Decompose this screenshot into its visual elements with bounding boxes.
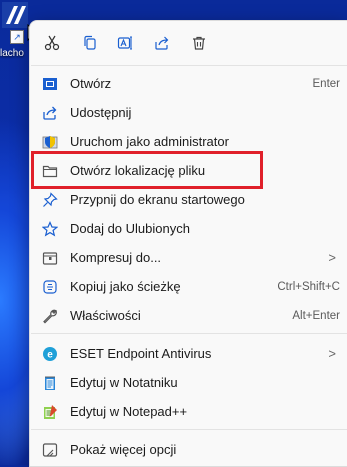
menu-item-pin-to-start[interactable]: Przypnij do ekranu startowego	[34, 185, 347, 214]
menu-item-open[interactable]: Otwórz Enter	[34, 69, 347, 98]
menu-item-edit-notepadpp[interactable]: Edytuj w Notepad++	[34, 397, 347, 426]
chevron-right-icon: >	[328, 346, 336, 361]
menu-divider	[31, 333, 347, 334]
context-toolbar	[30, 21, 347, 65]
share-icon	[155, 36, 169, 50]
delete-button[interactable]	[184, 29, 214, 57]
shortcut-arrow-icon: ↗	[10, 30, 24, 44]
menu-item-label: Edytuj w Notatniku	[70, 375, 178, 390]
notepad-icon	[40, 373, 60, 393]
rename-button[interactable]	[110, 29, 140, 57]
menu-item-properties[interactable]: Właściwości Alt+Enter	[34, 301, 347, 330]
rename-icon	[117, 36, 132, 50]
menu-item-label: Kompresuj do...	[70, 250, 162, 265]
menu-item-add-to-favorites[interactable]: Dodaj do Ulubionych	[34, 214, 347, 243]
menu-item-label: Uruchom jako administrator	[70, 134, 229, 149]
open-app-icon	[40, 74, 60, 94]
menu-item-shortcut: Alt+Enter	[292, 309, 340, 322]
context-menu: Otwórz Enter Udostępnij Uruchom jako adm…	[29, 20, 347, 467]
menu-item-label: Pokaż więcej opcji	[70, 442, 177, 457]
copy-icon	[84, 35, 96, 50]
copy-button[interactable]	[75, 29, 105, 57]
chevron-right-icon: >	[328, 250, 336, 265]
menu-item-shortcut: Ctrl+Shift+C	[277, 280, 340, 293]
wrench-icon	[40, 306, 60, 326]
highlight-box	[31, 151, 263, 189]
delete-icon	[193, 36, 205, 50]
menu-item-edit-notepad[interactable]: Edytuj w Notatniku	[34, 368, 347, 397]
copy-path-icon	[40, 277, 60, 297]
share-icon	[40, 103, 60, 123]
menu-item-shortcut: Enter	[312, 77, 341, 90]
menu-item-label: Edytuj w Notepad++	[70, 404, 188, 419]
menu-item-share[interactable]: Udostępnij	[34, 98, 347, 127]
desktop-icon-label: lacho	[0, 48, 24, 59]
pin-icon	[40, 190, 60, 210]
menu-item-eset[interactable]: e ESET Endpoint Antivirus >	[34, 339, 347, 368]
eset-icon: e	[40, 344, 60, 364]
menu-divider	[31, 429, 347, 430]
app-logo-icon	[2, 2, 28, 28]
menu-item-label: Otwórz	[70, 76, 112, 91]
menu-item-label: Udostępnij	[70, 105, 132, 120]
cut-button[interactable]	[37, 29, 67, 57]
menu-item-label: Kopiuj jako ścieżkę	[70, 279, 181, 294]
more-options-icon	[40, 440, 60, 460]
cut-icon	[44, 35, 60, 51]
menu-item-label: Przypnij do ekranu startowego	[70, 192, 245, 207]
svg-text:e: e	[47, 349, 53, 360]
menu-item-label: Dodaj do Ulubionych	[70, 221, 190, 236]
menu-item-compress[interactable]: Kompresuj do... >	[34, 243, 347, 272]
menu-item-label: ESET Endpoint Antivirus	[70, 346, 212, 361]
menu-item-show-more-options[interactable]: Pokaż więcej opcji	[34, 435, 347, 464]
star-icon	[40, 219, 60, 239]
share-button[interactable]	[147, 29, 177, 57]
menu-item-copy-as-path[interactable]: Kopiuj jako ścieżkę Ctrl+Shift+C	[34, 272, 347, 301]
menu-item-label: Właściwości	[70, 308, 141, 323]
zip-icon	[40, 248, 60, 268]
admin-shield-icon	[40, 132, 60, 152]
toolbar-divider	[31, 65, 347, 66]
notepadpp-icon	[40, 402, 60, 422]
